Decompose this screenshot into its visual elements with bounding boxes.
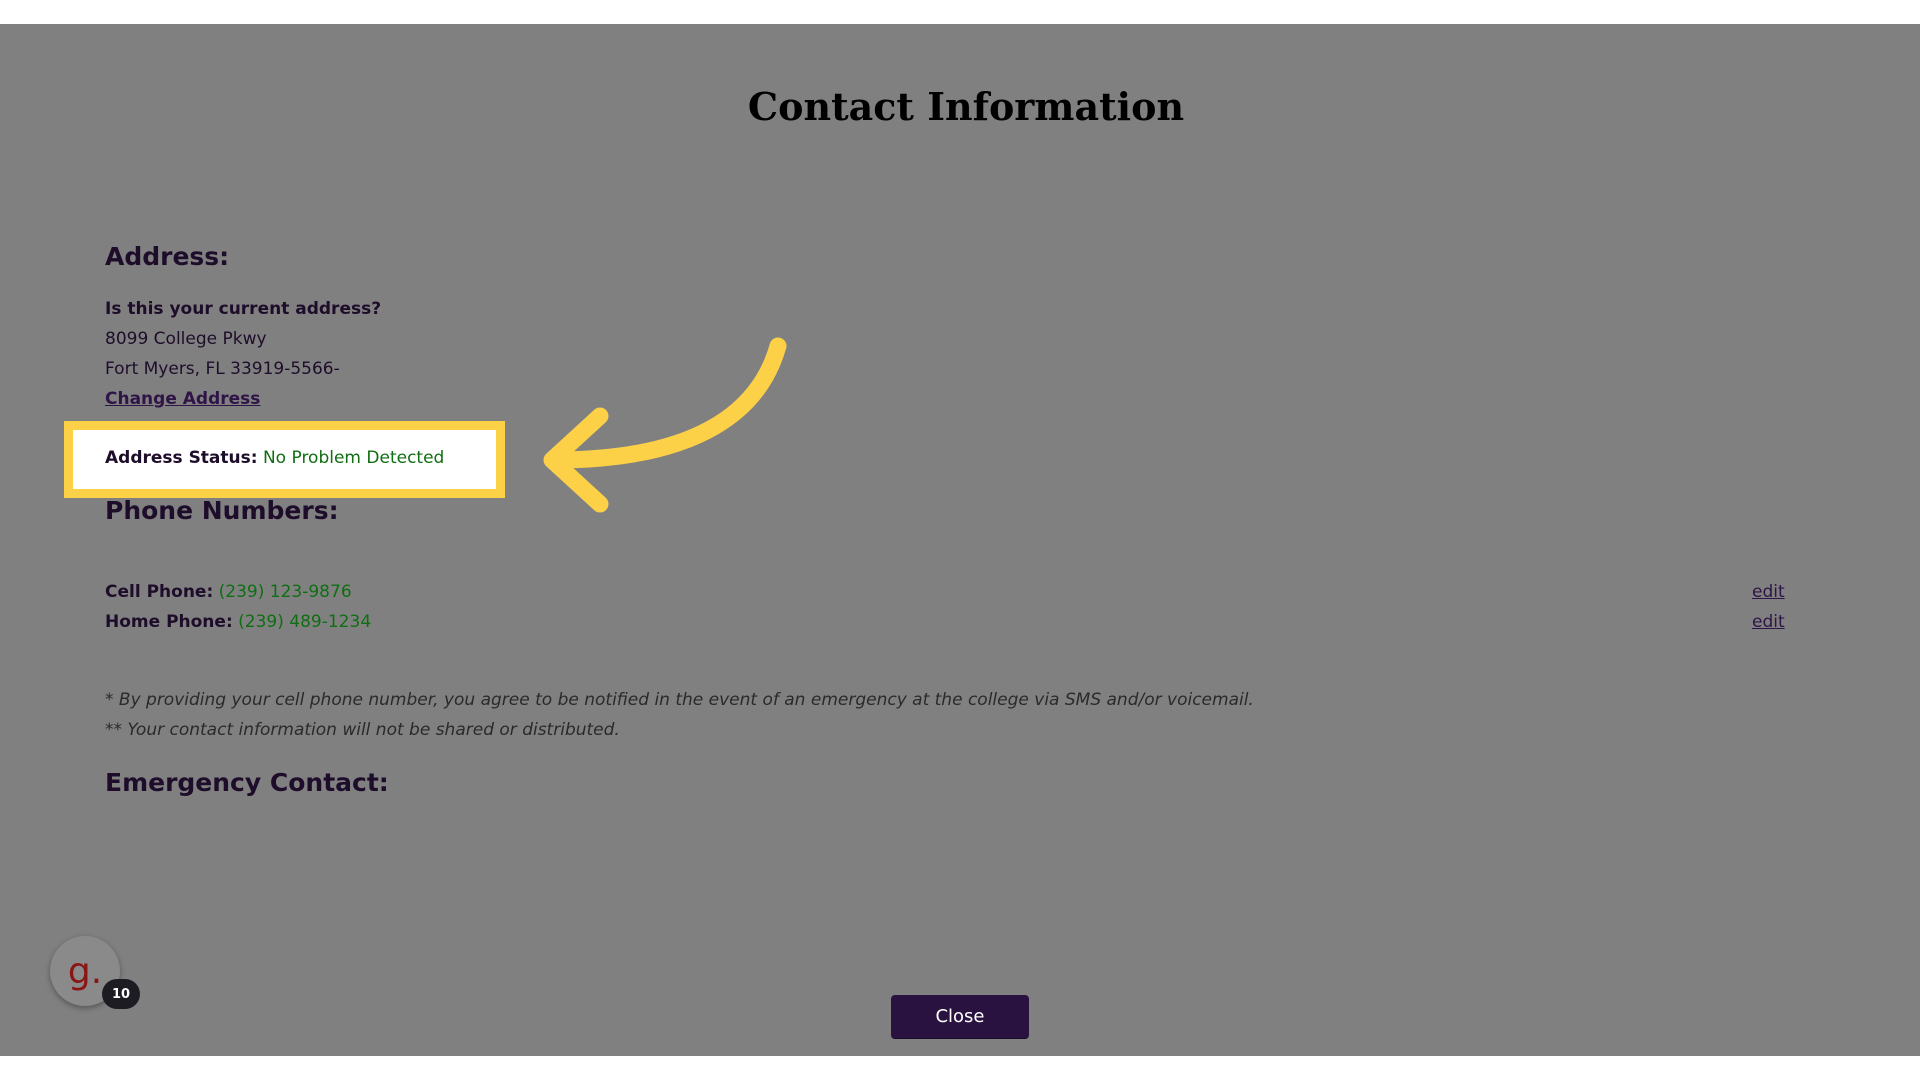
home-phone-value: (239) 489-1234 bbox=[238, 612, 372, 632]
close-button[interactable]: Close bbox=[891, 995, 1029, 1039]
consent-note: * By providing your cell phone number, y… bbox=[105, 690, 1254, 710]
address-status-label: Address Status: bbox=[105, 448, 258, 468]
phone-row-cell: Cell Phone: (239) 123-9876 bbox=[105, 582, 352, 602]
notification-count-badge: 10 bbox=[102, 979, 140, 1009]
address-line-1: 8099 College Pkwy bbox=[105, 329, 267, 349]
assistant-logo-icon: g. bbox=[67, 950, 103, 992]
address-status: Address Status: No Problem Detected bbox=[105, 448, 444, 468]
phone-numbers-heading: Phone Numbers: bbox=[105, 496, 339, 525]
modal-overlay bbox=[0, 24, 1920, 1056]
edit-home-phone-link[interactable]: edit bbox=[1752, 612, 1785, 632]
privacy-note: ** Your contact information will not be … bbox=[105, 720, 620, 740]
address-status-value: No Problem Detected bbox=[262, 448, 445, 468]
cell-phone-label: Cell Phone bbox=[105, 582, 207, 602]
phone-row-home: Home Phone: (239) 489-1234 bbox=[105, 612, 372, 632]
change-address-link[interactable]: Change Address bbox=[105, 389, 260, 409]
address-question: Is this your current address? bbox=[105, 299, 382, 319]
home-phone-label: Home Phone bbox=[105, 612, 226, 632]
cell-phone-value: (239) 123-9876 bbox=[218, 582, 352, 602]
page-title: Contact Information bbox=[747, 84, 1185, 129]
address-heading: Address: bbox=[105, 242, 230, 271]
edit-cell-phone-link[interactable]: edit bbox=[1752, 582, 1785, 602]
emergency-contact-heading: Emergency Contact: bbox=[105, 768, 389, 797]
address-line-2: Fort Myers, FL 33919-5566- bbox=[105, 359, 340, 379]
curved-arrow-icon bbox=[543, 337, 787, 513]
